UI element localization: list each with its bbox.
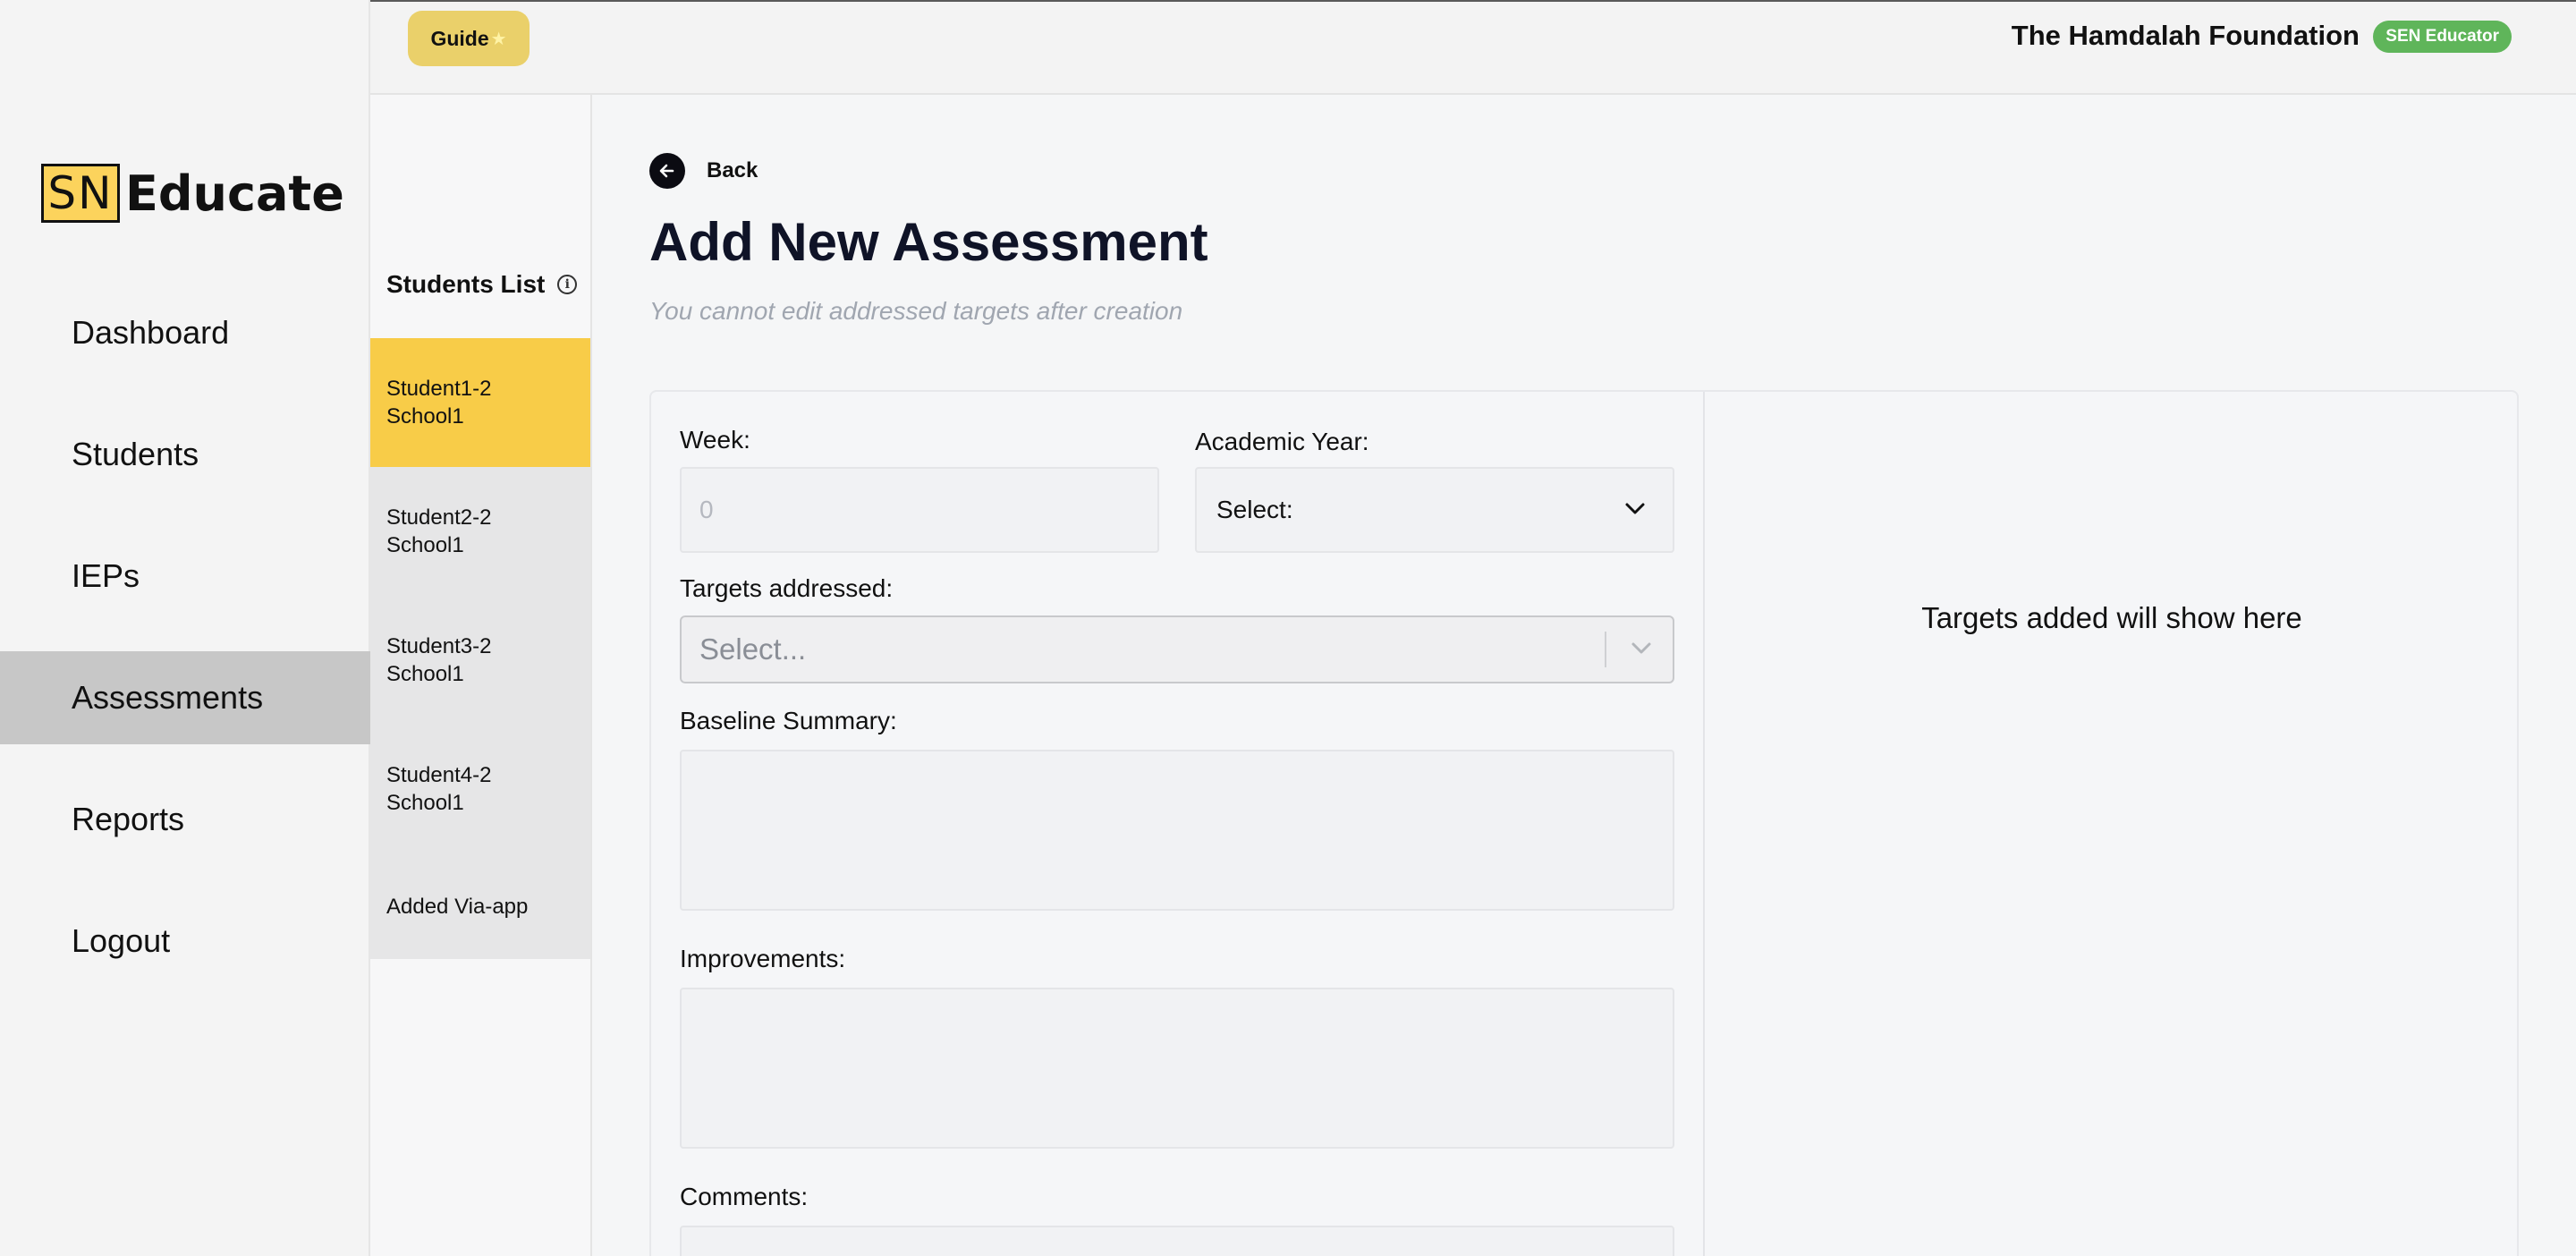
guide-button[interactable]: Guide ★ <box>408 11 530 66</box>
back-label: Back <box>707 158 758 182</box>
student-list-item[interactable]: Student3-2 School1 <box>370 596 590 725</box>
select-separator <box>1605 632 1606 667</box>
logo-sn-mark: SN <box>41 164 120 223</box>
targets-addressed-select[interactable]: Select... <box>680 615 1674 683</box>
academic-year-value: Select: <box>1216 496 1293 523</box>
student-list-item[interactable]: Added Via-app <box>370 853 590 959</box>
back-button[interactable]: Back <box>649 153 758 189</box>
student-list-item[interactable]: Student1-2 School1 <box>370 338 590 467</box>
academic-year-select[interactable]: Select: <box>1195 467 1674 553</box>
improvements-label: Improvements: <box>680 945 846 972</box>
logo-text: Educate <box>125 165 344 222</box>
academic-year-label: Academic Year: <box>1195 428 1369 455</box>
assessment-form-card: Week: 0 Academic Year: Select: Targets a… <box>649 390 2519 1256</box>
week-label: Week: <box>680 426 750 454</box>
targets-addressed-placeholder: Select... <box>699 632 807 666</box>
info-icon[interactable]: i <box>557 275 578 294</box>
sidebar: SN Educate Dashboard Students IEPs Asses… <box>0 0 370 1256</box>
sidebar-item-ieps[interactable]: IEPs <box>0 530 370 623</box>
chevron-down-icon <box>1625 503 1645 514</box>
sidebar-item-reports[interactable]: Reports <box>0 773 370 866</box>
improvements-textarea[interactable] <box>680 988 1674 1149</box>
student-list-item[interactable]: Student2-2 School1 <box>370 467 590 596</box>
students-list-heading: Students List i <box>386 270 578 299</box>
baseline-summary-label: Baseline Summary: <box>680 707 897 734</box>
comments-textarea[interactable] <box>680 1226 1674 1256</box>
students-panel: Students List i Student1-2 School1 Stude… <box>370 95 592 1256</box>
arrow-left-icon <box>649 153 685 189</box>
star-icon: ★ <box>490 29 507 49</box>
page-subtitle: You cannot edit addressed targets after … <box>649 297 1183 325</box>
top-bar: Guide ★ The Hamdalah Foundation SEN Educ… <box>370 0 2576 95</box>
targets-empty-state: Targets added will show here <box>1921 601 2302 634</box>
organization-name: The Hamdalah Foundation <box>2011 20 2360 51</box>
card-divider <box>1703 392 1705 1256</box>
student-list: Student1-2 School1 Student2-2 School1 St… <box>370 338 590 959</box>
week-input[interactable]: 0 <box>680 467 1159 553</box>
role-badge: SEN Educator <box>2373 21 2512 53</box>
sidebar-item-dashboard[interactable]: Dashboard <box>0 286 370 379</box>
chevron-down-icon <box>1631 642 1651 654</box>
sidebar-item-logout[interactable]: Logout <box>0 895 370 988</box>
app-logo[interactable]: SN Educate <box>41 164 344 223</box>
page-title: Add New Assessment <box>649 212 1208 272</box>
student-list-item[interactable]: Student4-2 School1 <box>370 725 590 853</box>
baseline-summary-textarea[interactable] <box>680 750 1674 911</box>
sidebar-item-assessments[interactable]: Assessments <box>0 651 370 744</box>
comments-label: Comments: <box>680 1183 809 1210</box>
targets-addressed-label: Targets addressed: <box>680 574 894 602</box>
sidebar-item-students[interactable]: Students <box>0 408 370 501</box>
guide-button-label: Guide <box>430 26 489 50</box>
main-content: Back Add New Assessment You cannot edit … <box>592 95 2576 1256</box>
students-list-title: Students List <box>386 270 546 298</box>
